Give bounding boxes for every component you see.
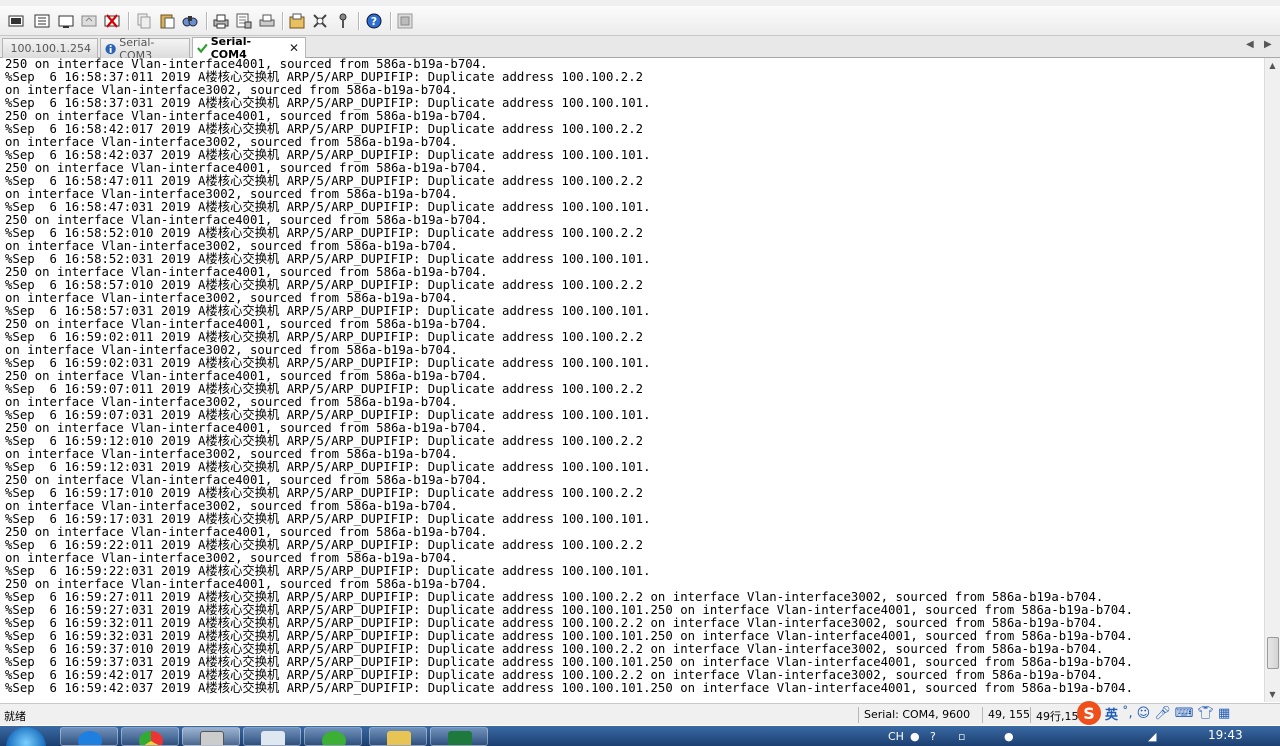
status-divider	[1030, 707, 1031, 723]
keyboard-icon[interactable]: ⌨	[1175, 706, 1194, 721]
taskbar-chrome-icon[interactable]	[121, 727, 179, 746]
scroll-up-icon[interactable]: ▲	[1265, 58, 1280, 73]
language-indicator[interactable]: CH	[888, 730, 904, 743]
sftp-icon[interactable]	[395, 11, 415, 31]
reconnect-icon[interactable]	[79, 11, 99, 31]
terminal-output[interactable]: 250 on interface Vlan-interface4001, sou…	[0, 58, 1264, 702]
taskbar-notepad-icon[interactable]	[243, 727, 301, 746]
start-button[interactable]	[6, 727, 46, 746]
check-icon	[197, 43, 208, 54]
terminal-line: %Sep 6 16:59:42:037 2019 A楼核心交换机 ARP/5/A…	[5, 681, 1134, 695]
error-icon	[7, 48, 8, 49]
tab-scroll-right-icon[interactable]: ▶	[1264, 39, 1272, 50]
paste-icon[interactable]	[157, 11, 177, 31]
close-icon[interactable]: ✕	[289, 41, 299, 55]
skin-icon[interactable]: 👕︎	[1198, 706, 1215, 721]
tray-sogou-icon[interactable]: ●	[910, 730, 920, 743]
status-ready: 就绪	[4, 710, 26, 723]
print-setup-icon[interactable]	[234, 11, 254, 31]
punctuation-icon[interactable]: ˚,	[1122, 706, 1133, 721]
tray-help-icon[interactable]: ?	[930, 730, 936, 743]
print-selection-icon[interactable]	[257, 11, 277, 31]
tab-serial-com4[interactable]: Serial-COM4 ✕	[192, 35, 306, 61]
ime-toolbar[interactable]: S 英 ˚, ☺ 🎤︎ ⌨ 👕︎ ▦	[1073, 700, 1280, 726]
toolbar-separator	[128, 12, 129, 30]
taskbar-wechat-icon[interactable]	[304, 727, 362, 746]
help-icon[interactable]: ?	[364, 11, 384, 31]
connect-tab-icon[interactable]	[56, 11, 76, 31]
taskbar-kugou-icon[interactable]	[60, 727, 118, 746]
global-options-icon[interactable]	[310, 11, 330, 31]
tab-100-100-1-254[interactable]: 100.100.1.254	[2, 38, 98, 58]
toolbar-separator	[206, 12, 207, 30]
disconnect-icon[interactable]	[102, 11, 122, 31]
scroll-thumb[interactable]	[1267, 636, 1279, 669]
toolbar-separator	[282, 12, 283, 30]
status-cursor: 49, 155	[988, 708, 1030, 721]
print-icon[interactable]	[211, 11, 231, 31]
status-connection: Serial: COM4, 9600	[864, 708, 971, 721]
toolbar-separator	[390, 12, 391, 30]
microphone-icon[interactable]: 🎤︎	[1154, 706, 1171, 721]
status-divider	[982, 707, 983, 723]
status-divider	[858, 707, 859, 723]
taskbar-clock[interactable]: 19:43	[1208, 728, 1243, 742]
tab-serial-com3[interactable]: Serial-COM3	[100, 36, 190, 62]
toolbar-separator	[358, 12, 359, 30]
taskbar: CH ● ? ▫ ● ◢ 19:43	[0, 726, 1280, 746]
tab-label: 100.100.1.254	[10, 42, 91, 55]
session-tab-bar: 100.100.1.254 Serial-COM3 Serial-COM4 ✕ …	[0, 35, 1280, 62]
session-options-icon[interactable]	[287, 11, 307, 31]
vertical-scrollbar[interactable]: ▲ ▼	[1264, 58, 1280, 702]
info-icon	[105, 43, 116, 54]
toolbox-icon[interactable]: ▦	[1218, 706, 1230, 721]
taskbar-excel-icon[interactable]	[430, 727, 488, 746]
keymap-icon[interactable]	[333, 11, 353, 31]
tray-volume-icon[interactable]: ◢	[1148, 730, 1156, 743]
taskbar-securecrt-icon[interactable]	[182, 727, 240, 746]
ime-mode[interactable]: 英	[1105, 704, 1118, 723]
emoji-icon[interactable]: ☺	[1137, 706, 1151, 721]
find-icon[interactable]	[180, 11, 200, 31]
copy-icon[interactable]	[134, 11, 154, 31]
tray-wechat-icon[interactable]: ●	[1004, 730, 1014, 743]
tray-network-icon[interactable]: ▫	[958, 730, 965, 743]
quick-connect-icon[interactable]	[32, 11, 52, 31]
tab-scroll-left-icon[interactable]: ◀	[1246, 39, 1254, 50]
sogou-logo-icon[interactable]: S	[1077, 701, 1101, 725]
connect-icon[interactable]	[6, 11, 26, 31]
toolbar: ?	[0, 6, 1280, 36]
svg-text:?: ?	[371, 15, 377, 28]
taskbar-explorer-icon[interactable]	[369, 727, 427, 746]
